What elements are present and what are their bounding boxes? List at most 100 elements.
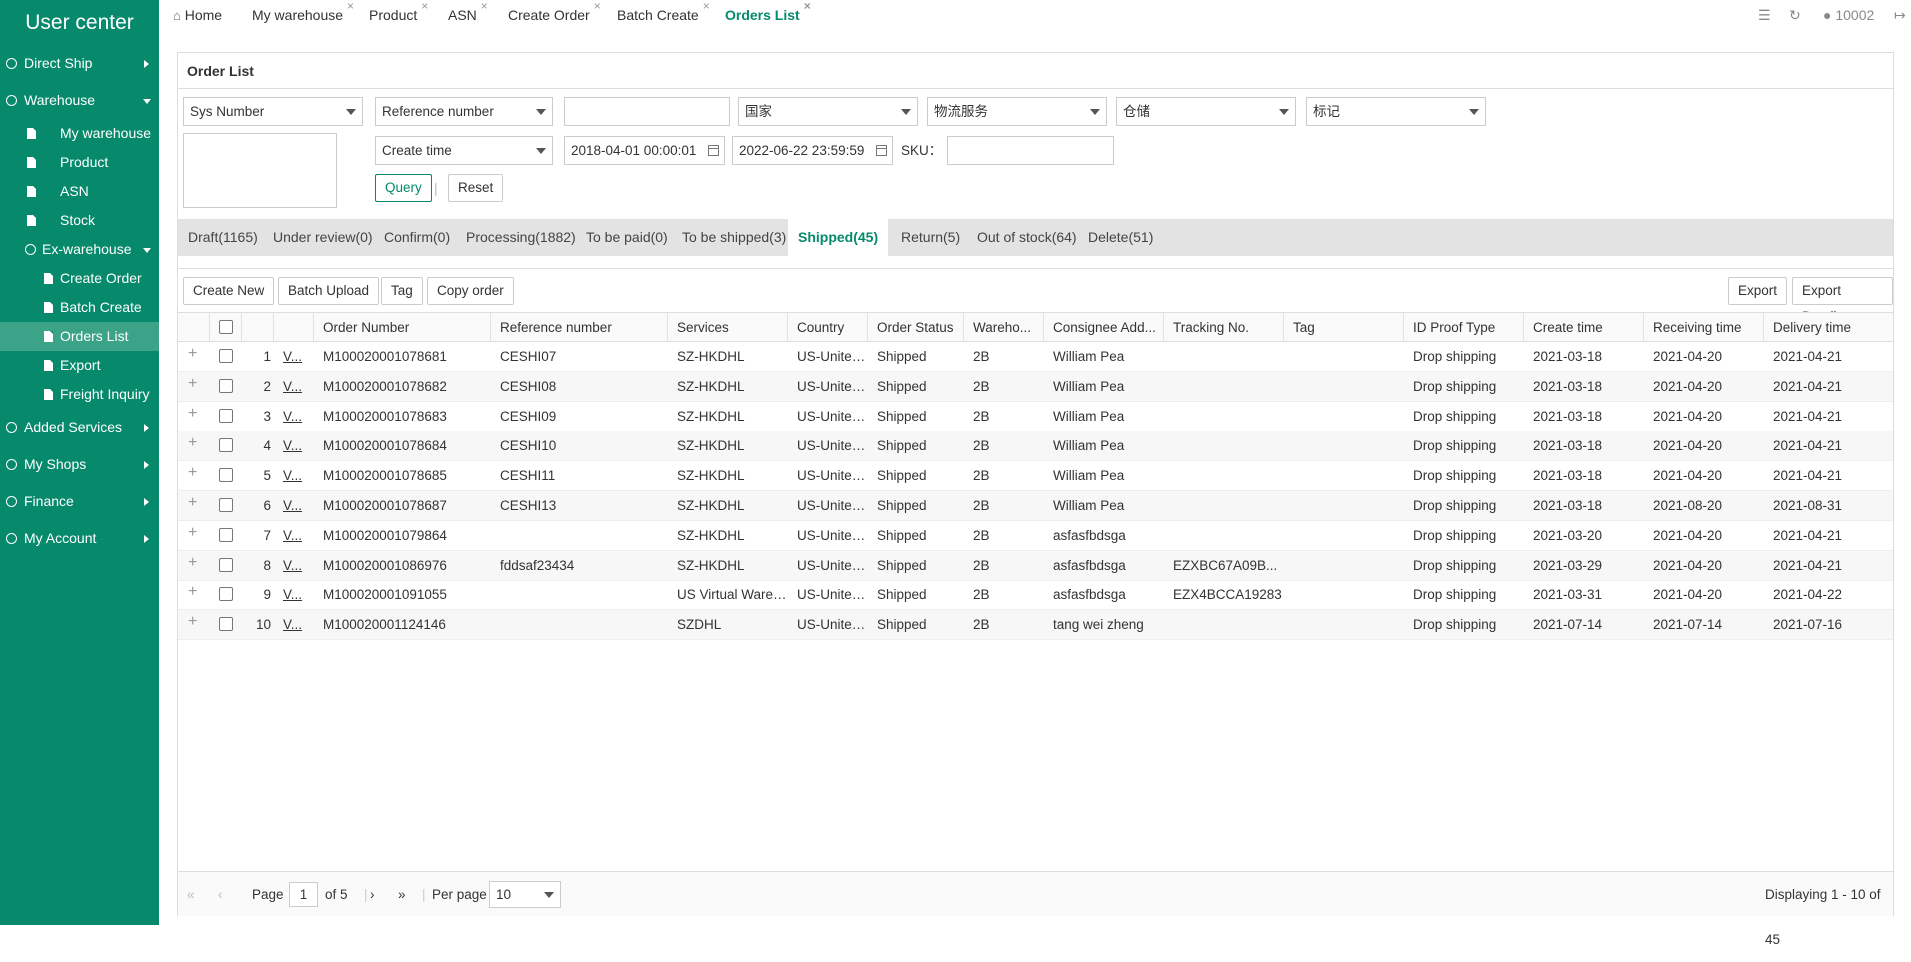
header-delivery-time[interactable]: Delivery time (1764, 313, 1893, 342)
logout-icon[interactable]: ↦ (1894, 0, 1906, 32)
row-checkbox[interactable] (219, 557, 233, 572)
expand-icon[interactable]: + (188, 405, 197, 423)
sidebar-item-create-order[interactable]: Create Order (0, 264, 159, 293)
reference-select[interactable]: Reference number (375, 97, 553, 126)
country-select[interactable]: 国家 (738, 97, 918, 126)
expand-icon[interactable]: + (188, 554, 197, 572)
first-page-icon[interactable]: « (187, 872, 195, 917)
sidebar-item-product[interactable]: Product (0, 148, 159, 177)
table-row[interactable]: +2 V... M100020001078682 CESHI08 SZ-HKDHL US-… (178, 371, 1893, 402)
header-create-time[interactable]: Create time (1524, 313, 1644, 342)
tab-my-warehouse[interactable]: My warehouse × (252, 0, 354, 32)
table-row[interactable]: +9 V... M100020001091055 US Virtual Warehou… (178, 580, 1893, 611)
sidebar-item-warehouse[interactable]: Warehouse (0, 82, 159, 119)
tab-product[interactable]: Product × (369, 0, 428, 32)
tab-create-order[interactable]: Create Order × (508, 0, 601, 32)
expand-icon[interactable]: + (188, 583, 197, 601)
calendar-icon[interactable] (708, 145, 719, 156)
tab-asn[interactable]: ASN × (448, 0, 488, 32)
next-page-icon[interactable]: › (370, 872, 375, 917)
sidebar-item-orders-list[interactable]: Orders List (0, 322, 159, 351)
copy-order-button[interactable]: Copy order (427, 277, 514, 305)
row-checkbox[interactable] (219, 408, 233, 423)
sidebar-item-added-services[interactable]: Added Services (0, 409, 159, 446)
close-icon[interactable]: × (481, 0, 488, 21)
table-row[interactable]: +8 V... M100020001086976 fddsaf23434 SZ-HKDH… (178, 550, 1893, 581)
sidebar-item-direct-ship[interactable]: Direct Ship (0, 45, 159, 82)
sidebar-item-my-warehouse[interactable]: My warehouse (0, 119, 159, 148)
view-link[interactable]: V... (274, 372, 314, 401)
expand-icon[interactable]: + (188, 494, 197, 512)
table-row[interactable]: +1 V... M100020001078681 CESHI07 SZ-HKDHL US-… (178, 342, 1893, 372)
view-link[interactable]: V... (274, 580, 314, 609)
export-details-button[interactable]: Export Details (1792, 277, 1893, 324)
tab-confirm[interactable]: Confirm(0) (384, 219, 450, 256)
sidebar-item-freight-inquiry[interactable]: Freight Inquiry (0, 380, 159, 409)
header-warehouse[interactable]: Wareho... (964, 313, 1044, 342)
sku-input[interactable] (947, 136, 1114, 165)
tab-return[interactable]: Return(5) (901, 219, 960, 256)
sidebar-item-ex-warehouse[interactable]: Ex-warehouse (0, 235, 159, 264)
user-menu[interactable]: ● 10002 (1823, 0, 1874, 32)
header-services[interactable]: Services (668, 313, 788, 342)
sidebar-item-my-shops[interactable]: My Shops (0, 446, 159, 483)
last-page-icon[interactable]: » (398, 872, 406, 917)
row-checkbox[interactable] (219, 349, 233, 363)
view-link[interactable]: V... (274, 610, 314, 639)
view-link[interactable]: V... (274, 402, 314, 431)
warehouse-select[interactable]: 仓储 (1116, 97, 1296, 126)
row-checkbox[interactable] (219, 498, 233, 512)
close-icon[interactable]: × (594, 0, 601, 21)
view-link[interactable]: V... (274, 461, 314, 490)
row-checkbox[interactable] (219, 617, 233, 632)
tab-delete[interactable]: Delete(51) (1088, 219, 1153, 256)
view-link[interactable]: V... (274, 431, 314, 460)
close-icon[interactable]: × (421, 0, 428, 21)
tab-out-of-stock[interactable]: Out of stock(64) (977, 219, 1077, 256)
batch-upload-button[interactable]: Batch Upload (278, 277, 380, 305)
time-type-select[interactable]: Create time (375, 136, 553, 165)
query-button[interactable]: Query (375, 174, 432, 202)
list-icon[interactable]: ☰ (1758, 0, 1771, 32)
view-link[interactable]: V... (274, 551, 314, 580)
create-new-button[interactable]: Create New (183, 277, 275, 305)
expand-icon[interactable]: + (188, 345, 197, 363)
table-row[interactable]: +10 V... M100020001124146 SZDHL US-United S S… (178, 610, 1893, 641)
tab-shipped[interactable]: Shipped(45) (788, 219, 889, 256)
view-link[interactable]: V... (274, 521, 314, 550)
date-to-input[interactable]: 2022-06-22 23:59:59 (732, 136, 893, 165)
row-checkbox[interactable] (219, 527, 233, 542)
header-country[interactable]: Country (788, 313, 868, 342)
prev-page-icon[interactable]: ‹ (218, 872, 223, 917)
tab-home[interactable]: ⌂ Home (173, 0, 222, 32)
row-checkbox[interactable] (219, 587, 233, 602)
header-tag[interactable]: Tag (1284, 313, 1404, 342)
table-row[interactable]: +7 V... M100020001079864 SZ-HKDHL US-United … (178, 521, 1893, 551)
header-order-status[interactable]: Order Status (868, 313, 964, 342)
sidebar-item-my-account[interactable]: My Account (0, 520, 159, 557)
table-row[interactable]: +4 V... M100020001078684 CESHI10 SZ-HKDHL US-… (178, 431, 1893, 462)
tag-select[interactable]: 标记 (1306, 97, 1486, 126)
tab-draft[interactable]: Draft(1165) (188, 219, 258, 256)
view-link[interactable]: V... (274, 342, 314, 371)
expand-icon[interactable]: + (188, 434, 197, 452)
logistics-select[interactable]: 物流服务 (927, 97, 1107, 126)
row-checkbox[interactable] (219, 438, 233, 453)
close-icon[interactable]: × (347, 0, 354, 21)
view-link[interactable]: V... (274, 491, 314, 520)
row-checkbox[interactable] (219, 468, 233, 483)
tab-orders-list[interactable]: Orders List × (717, 0, 812, 32)
expand-icon[interactable]: + (188, 613, 197, 631)
close-icon[interactable]: × (804, 0, 811, 21)
sidebar-item-export[interactable]: Export (0, 351, 159, 380)
sidebar-item-batch-create[interactable]: Batch Create (0, 293, 159, 322)
expand-icon[interactable]: + (188, 524, 197, 542)
table-row[interactable]: +3 V... M100020001078683 CESHI09 SZ-HKDHL US-… (178, 402, 1893, 432)
tab-under-review[interactable]: Under review(0) (273, 219, 373, 256)
header-receiving-time[interactable]: Receiving time (1644, 313, 1764, 342)
row-checkbox[interactable] (219, 378, 233, 393)
select-all-checkbox[interactable] (219, 320, 233, 334)
sidebar-item-finance[interactable]: Finance (0, 483, 159, 520)
table-row[interactable]: +6 V... M100020001078687 CESHI13 SZ-HKDHL US-… (178, 491, 1893, 521)
tab-processing[interactable]: Processing(1882) (466, 219, 576, 256)
